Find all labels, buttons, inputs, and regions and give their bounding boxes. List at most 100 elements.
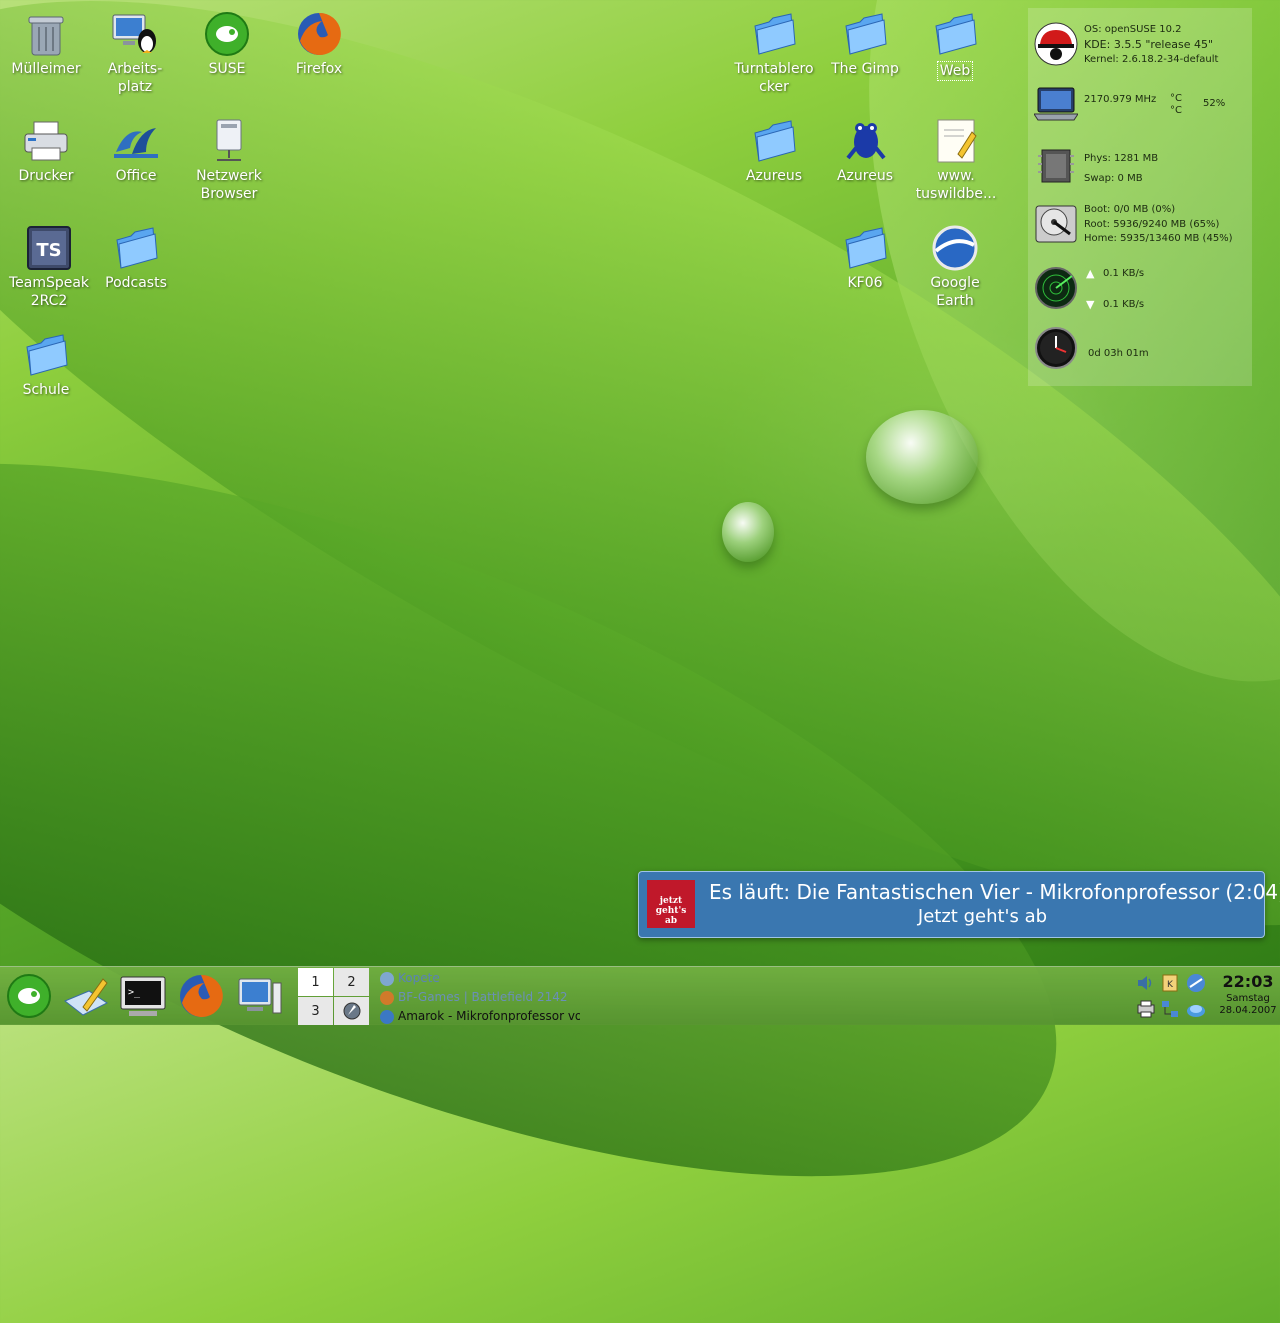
temp-2: °C: [1170, 105, 1182, 116]
folder-icon: [22, 331, 70, 379]
desktop-icon-azureus-folder[interactable]: Azureus: [731, 117, 817, 185]
desktop-icon-netzwerk-browser[interactable]: Netzwerk Browser: [186, 117, 272, 203]
folder-icon: [931, 10, 979, 58]
desktop-icon-tuswildbe[interactable]: www. tuswildbe...: [913, 117, 999, 203]
text-file-icon: [932, 117, 980, 165]
hard-disk-icon: [1034, 202, 1078, 246]
pager-desktop-1[interactable]: 1: [298, 968, 333, 996]
now-playing-track: Es läuft: Die Fantastischen Vier - Mikro…: [709, 880, 1280, 904]
now-playing-album: Jetzt geht's ab: [917, 906, 1048, 927]
amarok-icon: [380, 1009, 394, 1024]
suse-menu-button[interactable]: [4, 971, 54, 1021]
editor-launcher[interactable]: [61, 971, 111, 1021]
phys-memory: Phys: 1281 MB: [1084, 153, 1159, 164]
amarok-window-thumbnail-icon: [343, 1002, 360, 1020]
net-download: 0.1 KB/s: [1103, 299, 1145, 310]
frog-icon: [841, 117, 889, 165]
svg-text:TS: TS: [36, 240, 61, 261]
album-cover-text: jetzt geht's ab: [655, 896, 687, 926]
now-playing-notification[interactable]: jetzt geht's ab Es läuft: Die Fantastisc…: [638, 871, 1280, 938]
computer-icon: [238, 978, 282, 1014]
trash-icon: [22, 10, 70, 58]
swap-memory: Swap: 0 MB: [1084, 173, 1143, 184]
pager-desktop-4[interactable]: [334, 997, 369, 1025]
desktop-icon-firefox[interactable]: Firefox: [276, 10, 362, 78]
teamspeak-icon: TS: [25, 224, 73, 272]
desktop-icon-azureus-app[interactable]: Azureus: [822, 117, 908, 185]
desktop-icon-muelleimer[interactable]: Mülleimer: [3, 10, 89, 78]
kernel-text: Kernel: 2.6.18.2-34-default: [1084, 54, 1219, 65]
desktop-icon-kf06[interactable]: KF06: [822, 224, 908, 292]
kde-text: KDE: 3.5.5 "release 45": [1084, 38, 1214, 51]
desktop-icon-google-earth[interactable]: Google Earth: [912, 224, 998, 310]
system-tray: K: [1132, 971, 1212, 1023]
disk-root: Root: 5936/9240 MB (65%): [1084, 219, 1220, 230]
svg-text:>_: >_: [128, 987, 141, 998]
desktop-icon-suse[interactable]: SUSE: [184, 10, 270, 78]
task-list: Kopete BF-Games | Battlefield 2142 Amaro…: [380, 969, 580, 1025]
clock[interactable]: 22:03 Samstag 28.04.2007: [1216, 971, 1280, 1017]
pager-desktop-2[interactable]: 2: [334, 968, 369, 996]
memory-chip-icon: [1034, 144, 1078, 188]
cpu-frequency: 2170.979 MHz: [1084, 94, 1157, 105]
album-cover: jetzt geht's ab: [647, 880, 695, 928]
desktop-icon-arbeitsplatz[interactable]: Arbeits- platz: [92, 10, 178, 96]
disk-home: Home: 5935/13460 MB (45%): [1084, 233, 1233, 244]
network-connections-icon[interactable]: [1160, 999, 1180, 1019]
uptime: 0d 03h 01m: [1088, 348, 1149, 359]
download-arrow-icon: ▼: [1086, 298, 1095, 311]
system-monitor-panel: OS: openSUSE 10.2 KDE: 3.5.5 "release 45…: [1028, 8, 1252, 386]
folder-icon: [112, 224, 160, 272]
klipper-icon[interactable]: K: [1160, 973, 1180, 993]
radar-network-icon: [1034, 266, 1078, 310]
desktop-icon-schule[interactable]: Schule: [3, 331, 89, 399]
firefox-icon: [295, 10, 343, 58]
network-icon: [205, 117, 253, 165]
computer-tux-icon: [111, 10, 159, 58]
folder-icon: [750, 10, 798, 58]
pager-desktop-3[interactable]: 3: [298, 997, 333, 1025]
temp-1: °C: [1170, 93, 1182, 104]
printer-icon: [22, 117, 70, 165]
net-upload: 0.1 KB/s: [1103, 268, 1145, 279]
folder-icon: [841, 10, 889, 58]
office-icon: [112, 117, 160, 165]
updater-icon[interactable]: [1186, 999, 1206, 1019]
water-drop: [722, 502, 774, 562]
water-drop: [866, 410, 978, 504]
computer-launcher[interactable]: [234, 971, 284, 1021]
folder-icon: [841, 224, 889, 272]
editor-icon: [64, 978, 108, 1016]
kopete-icon: [380, 971, 394, 986]
desktop-icon-teamspeak[interactable]: TS TeamSpeak 2RC2: [6, 224, 92, 310]
disk-boot: Boot: 0/0 MB (0%): [1084, 204, 1176, 215]
desktop-icon-podcasts[interactable]: Podcasts: [93, 224, 179, 292]
clock-day: Samstag: [1226, 993, 1270, 1004]
task-kopete[interactable]: Kopete: [380, 969, 580, 988]
taskbar: >_ 1 2 3 Kopete BF-Games | Battlefield 2…: [0, 966, 1280, 1025]
network-tray-icon[interactable]: [1186, 973, 1206, 993]
desktop-icon-drucker[interactable]: Drucker: [3, 117, 89, 185]
desktop-pager: 1 2 3: [298, 967, 370, 1025]
firefox-launcher[interactable]: [176, 971, 226, 1021]
task-amarok[interactable]: Amarok - Mikrofonprofessor von: [380, 1007, 580, 1025]
desktop-icon-the-gimp[interactable]: The Gimp: [822, 10, 908, 78]
desktop-icon-office[interactable]: Office: [93, 117, 179, 185]
globe-icon: [931, 224, 979, 272]
os-text: OS: openSUSE 10.2: [1084, 24, 1182, 35]
desktop-icon-turntablerocker[interactable]: Turntablero cker: [731, 10, 817, 96]
printer-tray-icon[interactable]: [1136, 999, 1156, 1019]
terminal-launcher[interactable]: >_: [118, 971, 168, 1021]
folder-icon: [750, 117, 798, 165]
desktop-icon-web[interactable]: Web: [912, 10, 998, 81]
redhat-icon: [1034, 22, 1078, 66]
task-bf-games[interactable]: BF-Games | Battlefield 2142: [380, 988, 580, 1007]
cpu-load: 52%: [1203, 98, 1226, 109]
suse-icon: [203, 10, 251, 58]
clock-time: 22:03: [1222, 972, 1274, 991]
clock-date: 28.04.2007: [1219, 1005, 1277, 1016]
terminal-icon: >_: [120, 976, 166, 1016]
volume-icon[interactable]: [1136, 973, 1156, 993]
upload-arrow-icon: ▲: [1086, 267, 1095, 280]
clock-icon: [1034, 326, 1078, 370]
